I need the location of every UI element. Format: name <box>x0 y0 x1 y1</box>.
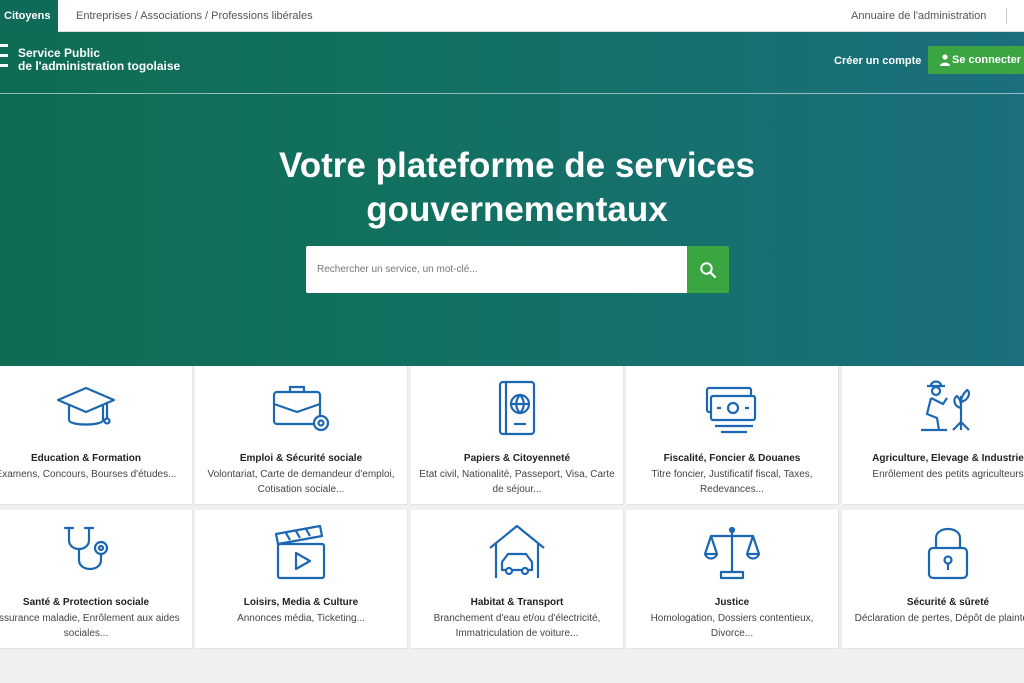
passport-icon <box>498 380 536 436</box>
hero-section: Service Public de l'administration togol… <box>0 32 1024 366</box>
directory-link[interactable]: Annuaire de l'administration <box>851 0 986 32</box>
padlock-icon <box>927 527 969 580</box>
category-description: Assurance maladie, Enrôlement aux aides … <box>0 613 180 639</box>
menu-icon[interactable] <box>0 44 8 78</box>
category-card[interactable]: Sécurité & sûreté Déclaration de pertes,… <box>842 510 1024 649</box>
category-title: Justice <box>714 597 750 608</box>
category-card[interactable]: Emploi & Sécurité sociale Volontariat, C… <box>195 366 408 505</box>
category-description: Déclaration de pertes, Dépôt de plaintes… <box>854 613 1024 624</box>
category-title: Fiscalité, Foncier & Douanes <box>663 453 801 464</box>
clapperboard-icon <box>274 524 326 580</box>
category-description: Annonces média, Ticketing... <box>237 613 365 624</box>
category-description: Homologation, Dossiers contentieux, Divo… <box>650 613 814 639</box>
login-label: Se connecter <box>952 54 1022 66</box>
category-card[interactable]: Habitat & Transport Branchement d'eau et… <box>411 510 624 649</box>
category-title: Habitat & Transport <box>470 597 564 608</box>
category-card[interactable]: Agriculture, Elevage & Industrie Enrôlem… <box>842 366 1024 505</box>
audience-tabs: Citoyens Entreprises / Associations / Pr… <box>0 0 313 32</box>
graduation-cap-icon <box>56 386 116 426</box>
category-title: Education & Formation <box>31 453 141 464</box>
tab-citoyens[interactable]: Citoyens <box>0 0 58 32</box>
brand-line-2: de l'administration togolaise <box>18 59 181 73</box>
category-card[interactable]: Education & Formation Examens, Concours,… <box>0 366 193 505</box>
category-title: Agriculture, Elevage & Industrie <box>872 453 1024 464</box>
category-card[interactable]: Loisirs, Media & Culture Annonces média,… <box>195 510 408 649</box>
search-icon <box>700 261 717 278</box>
category-description: Branchement d'eau et/ou d'électricité, I… <box>433 613 601 639</box>
farmer-icon <box>921 380 971 432</box>
top-divider <box>1006 8 1007 24</box>
login-button[interactable]: Se connecter <box>928 46 1024 74</box>
money-icon <box>705 386 757 434</box>
category-card[interactable]: Papiers & Citoyenneté Etat civil, Nation… <box>411 366 624 505</box>
search-button[interactable] <box>687 246 729 293</box>
scales-icon <box>703 526 761 580</box>
house-car-icon <box>489 524 545 578</box>
stethoscope-icon <box>63 526 109 571</box>
category-grid: Education & Formation Examens, Concours,… <box>0 366 1024 656</box>
category-title: Emploi & Sécurité sociale <box>239 453 363 464</box>
category-title: Santé & Protection sociale <box>22 597 150 608</box>
page-bottom <box>0 656 1024 683</box>
search-input[interactable]: Rechercher un service, un mot-clé... <box>306 246 687 293</box>
category-title: Loisirs, Media & Culture <box>243 597 359 608</box>
site-header: Service Public de l'administration togol… <box>0 32 1024 94</box>
category-card[interactable]: Santé & Protection sociale Assurance mal… <box>0 510 193 649</box>
user-icon <box>940 54 950 66</box>
hero-title-line-1: Votre plateforme de services <box>279 146 755 185</box>
category-description: Titre foncier, Justificatif fiscal, Taxe… <box>651 469 813 495</box>
hero-title-line-2: gouvernementaux <box>366 190 668 229</box>
category-description: Volontariat, Carte de demandeur d'emploi… <box>207 469 395 495</box>
category-description: Examens, Concours, Bourses d'études... <box>0 469 177 480</box>
category-description: Etat civil, Nationalité, Passeport, Visa… <box>419 469 615 495</box>
top-bar: Citoyens Entreprises / Associations / Pr… <box>0 0 1024 32</box>
category-description: Enrôlement des petits agriculteurs <box>872 469 1024 480</box>
category-title: Sécurité & sûreté <box>906 597 990 608</box>
category-card[interactable]: Justice Homologation, Dossiers contentie… <box>626 510 839 649</box>
site-logo-text[interactable]: Service Public de l'administration togol… <box>18 47 180 73</box>
hero-title: Votre plateforme de services gouvernemen… <box>0 144 1024 232</box>
create-account-link[interactable]: Créer un compte <box>834 55 921 67</box>
category-card[interactable]: Fiscalité, Foncier & Douanes Titre fonci… <box>626 366 839 505</box>
category-title: Papiers & Citoyenneté <box>463 453 571 464</box>
briefcase-icon <box>272 385 330 432</box>
tab-entreprises[interactable]: Entreprises / Associations / Professions… <box>58 0 313 32</box>
